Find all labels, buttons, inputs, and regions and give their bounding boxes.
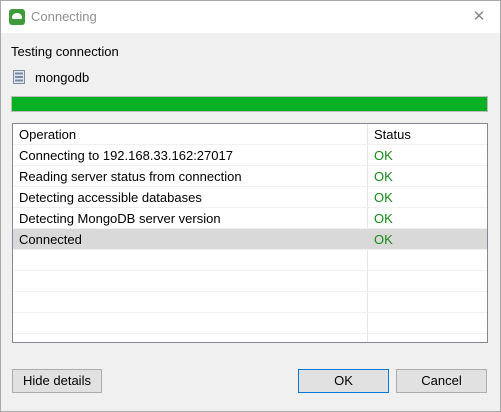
progress-fill: [12, 97, 487, 111]
empty-row: [13, 250, 487, 271]
operation-cell: Detecting accessible databases: [19, 190, 202, 205]
status-cell: OK: [374, 148, 393, 163]
app-leaf-icon: [9, 9, 25, 25]
close-icon[interactable]: ✕: [467, 5, 491, 29]
header-operation[interactable]: Operation: [19, 127, 76, 142]
operation-cell: Reading server status from connection: [19, 169, 242, 184]
table-row-selected[interactable]: Connected OK: [13, 229, 487, 250]
window-title: Connecting: [31, 9, 97, 24]
database-icon: [13, 70, 25, 84]
table-row[interactable]: Detecting MongoDB server version OK: [13, 208, 487, 229]
database-name: mongodb: [35, 70, 90, 85]
connection-progress-bar: [11, 96, 488, 112]
status-cell: OK: [374, 190, 393, 205]
operations-table[interactable]: Operation Status Connecting to 192.168.3…: [12, 123, 488, 343]
table-row[interactable]: Detecting accessible databases OK: [13, 187, 487, 208]
status-cell: OK: [374, 232, 393, 247]
empty-row: [13, 292, 487, 313]
title-bar: Connecting ✕: [1, 1, 500, 33]
connection-dialog: Connecting ✕ Testing connection mongodb …: [0, 0, 501, 412]
cancel-button[interactable]: Cancel: [396, 369, 487, 393]
status-cell: OK: [374, 169, 393, 184]
ok-button[interactable]: OK: [298, 369, 389, 393]
header-status[interactable]: Status: [374, 127, 411, 142]
table-header: Operation Status: [13, 124, 487, 145]
status-cell: OK: [374, 211, 393, 226]
operation-cell: Connected: [19, 232, 82, 247]
dialog-heading: Testing connection: [11, 44, 119, 59]
table-row[interactable]: Reading server status from connection OK: [13, 166, 487, 187]
operation-cell: Connecting to 192.168.33.162:27017: [19, 148, 233, 163]
empty-row: [13, 313, 487, 334]
operation-cell: Detecting MongoDB server version: [19, 211, 221, 226]
table-row[interactable]: Connecting to 192.168.33.162:27017 OK: [13, 145, 487, 166]
empty-row: [13, 271, 487, 292]
hide-details-button[interactable]: Hide details: [12, 369, 102, 393]
